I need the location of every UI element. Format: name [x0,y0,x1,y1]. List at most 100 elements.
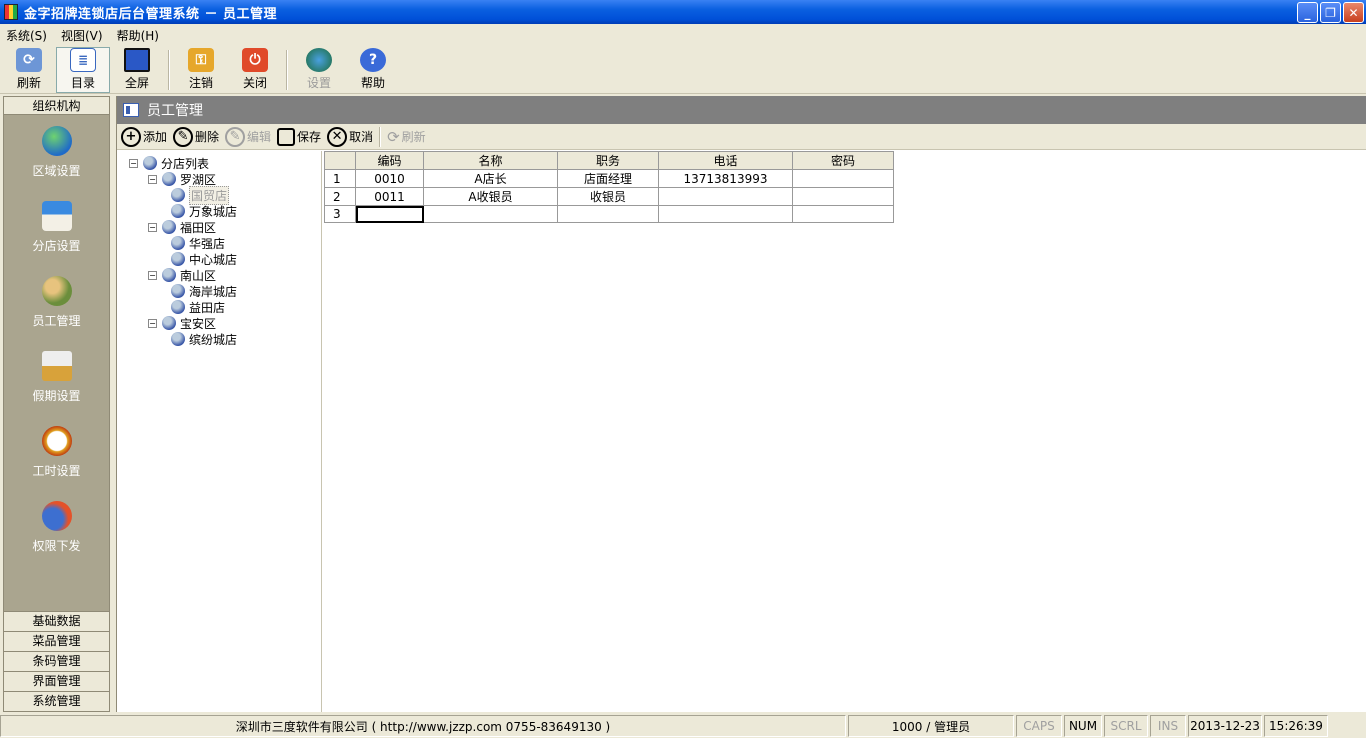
menu-help[interactable]: 帮助(H) [117,27,159,44]
tree-store[interactable]: 益田店 [129,299,321,315]
nav-item-worktime[interactable]: 工时设置 [4,415,109,490]
cell-name[interactable] [423,205,558,223]
collapse-icon[interactable]: − [148,270,157,280]
cell-phone[interactable] [658,187,793,206]
tree-region-label: 宝安区 [180,316,217,331]
delete-button[interactable]: ✎ 删除 [173,126,220,147]
cell-title[interactable] [557,205,659,223]
row-number: 3 [324,205,356,223]
tree-node-icon [171,300,185,314]
tree-store[interactable]: 华强店 [129,235,321,251]
menu-view[interactable]: 视图(V) [61,27,103,44]
status-ins: INS [1150,715,1186,737]
tree-node-icon [143,156,157,170]
cell-code[interactable] [355,205,424,223]
cell-phone[interactable]: 13713813993 [658,169,793,188]
cell-code[interactable]: 0011 [355,187,424,206]
panel-title: 员工管理 [147,103,203,119]
col-header-phone[interactable]: 电话 [658,151,793,170]
monitor-icon [124,48,150,72]
tree-store[interactable]: 海岸城店 [129,283,321,299]
tree-region[interactable]: − 福田区 [129,219,321,235]
collapse-icon[interactable]: − [148,222,157,232]
nav-item-label: 分店设置 [32,239,81,253]
table-row[interactable]: 2 0011 A收银员 收银员 [324,187,894,206]
nav-item-label: 权限下发 [32,539,81,553]
panel-refresh-button[interactable]: ⟳ 刷新 [387,128,426,146]
cell-code[interactable]: 0010 [355,169,424,188]
panel-refresh-label: 刷新 [401,130,426,144]
nav-item-holiday[interactable]: 假期设置 [4,340,109,415]
app-icon [4,4,18,20]
cell-password[interactable] [792,205,894,223]
tree-store[interactable]: 缤纷城店 [129,331,321,347]
cell-name[interactable]: A店长 [423,169,558,188]
tree-region[interactable]: − 南山区 [129,267,321,283]
status-caps: CAPS [1016,715,1062,737]
col-header-name[interactable]: 名称 [423,151,558,170]
col-header-code[interactable]: 编码 [355,151,424,170]
tree-region-label: 南山区 [180,268,217,283]
delete-label: 删除 [195,130,220,144]
catalog-button[interactable]: ≣ 目录 [56,46,110,93]
cell-title[interactable]: 店面经理 [557,169,659,188]
nav-item-permission[interactable]: 权限下发 [4,490,109,565]
tree-root[interactable]: − 分店列表 [129,155,321,171]
refresh-button[interactable]: ⟳ 刷新 [2,47,56,93]
nav-section-system[interactable]: 系统管理 [4,691,109,711]
cell-password[interactable] [792,187,894,206]
tree-region-label: 福田区 [180,220,217,235]
status-user: 1000 / 管理员 [848,715,1014,737]
close-button[interactable]: ✕ [1343,2,1364,23]
cell-phone[interactable] [658,205,793,223]
logout-button[interactable]: ⚿ 注销 [174,47,228,93]
collapse-icon[interactable]: − [148,318,157,328]
fullscreen-label: 全屏 [124,76,149,90]
tree-node-icon [171,236,185,250]
table-row[interactable]: 3 [324,205,894,223]
nav-item-region[interactable]: 区域设置 [4,115,109,190]
cell-password[interactable] [792,169,894,188]
fullscreen-button[interactable]: 全屏 [110,47,164,93]
cell-title[interactable]: 收银员 [557,187,659,206]
add-button[interactable]: + 添加 [121,126,168,147]
tree-store[interactable]: 国贸店 [129,185,321,205]
nav-header-org[interactable]: 组织机构 [4,97,109,115]
col-header-password[interactable]: 密码 [792,151,894,170]
close-app-label: 关闭 [242,76,267,90]
col-header-title[interactable]: 职务 [557,151,659,170]
nav-section-dishes[interactable]: 菜品管理 [4,631,109,651]
minimize-button[interactable]: _ [1297,2,1318,23]
nav-section-basic[interactable]: 基础数据 [4,611,109,631]
nav-section-interface[interactable]: 界面管理 [4,671,109,691]
nav-item-staff[interactable]: 员工管理 [4,265,109,340]
cell-name[interactable]: A收银员 [423,187,558,206]
menu-system[interactable]: 系统(S) [6,27,47,44]
collapse-icon[interactable]: − [129,158,138,168]
add-label: 添加 [143,130,168,144]
globe-icon [41,126,72,156]
window-title: 金字招牌连锁店后台管理系统 － 员工管理 [24,6,278,22]
save-button[interactable]: 保存 [277,127,322,146]
nav-section-barcode[interactable]: 条码管理 [4,651,109,671]
nav-item-store[interactable]: 分店设置 [4,190,109,265]
refresh-icon: ⟳ [16,48,42,72]
toolbar-separator [286,49,288,90]
tree-region[interactable]: − 宝安区 [129,315,321,331]
maximize-button[interactable]: ❐ [1320,2,1341,23]
row-number: 1 [324,169,356,188]
edit-label: 编辑 [247,130,272,144]
cancel-button[interactable]: ✕ 取消 [327,126,373,147]
refresh-label: 刷新 [16,76,41,90]
collapse-icon[interactable]: − [148,174,157,184]
help-button[interactable]: ? 帮助 [346,47,400,93]
edit-button[interactable]: ✎ 编辑 [225,126,272,147]
alarm-clock-icon [41,426,72,456]
table-row[interactable]: 1 0010 A店长 店面经理 13713813993 [324,169,894,188]
tree-store[interactable]: 万象城店 [129,203,321,219]
save-label: 保存 [297,130,322,144]
settings-button[interactable]: 设置 [292,47,346,93]
tree-store-label: 万象城店 [189,204,238,219]
close-app-button[interactable]: ⏻ 关闭 [228,47,282,93]
tree-store[interactable]: 中心城店 [129,251,321,267]
